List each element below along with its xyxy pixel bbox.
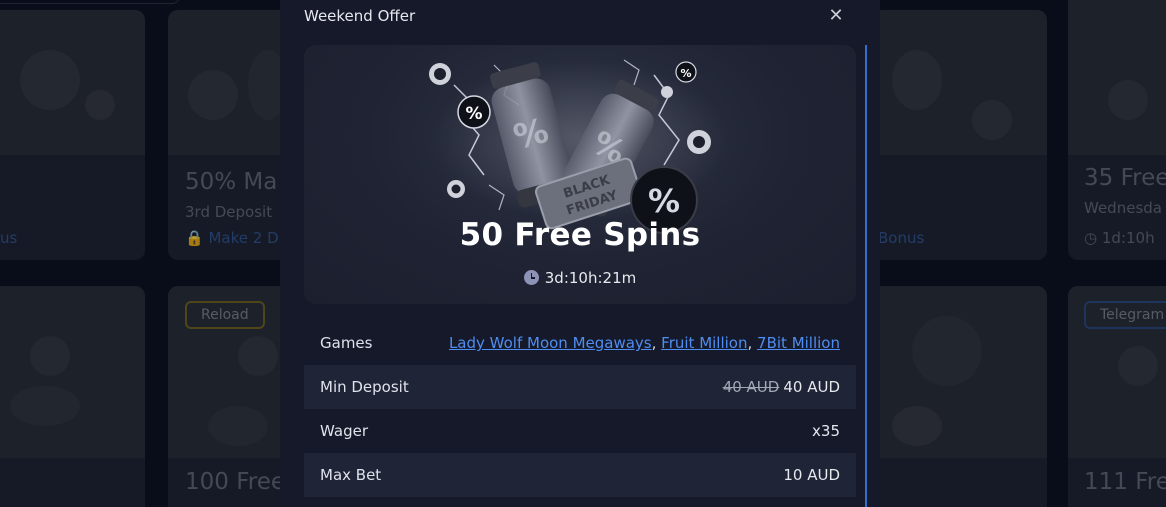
games-row: Games Lady Wolf Moon Megaways, Fruit Mil… bbox=[304, 321, 856, 365]
max-bet-value: 10 AUD bbox=[783, 466, 840, 484]
offer-timer: 3d:10h:21m bbox=[304, 269, 856, 287]
modal-title: Weekend Offer bbox=[304, 7, 416, 25]
min-deposit-row: Min Deposit 40 AUD 40 AUD bbox=[304, 365, 856, 409]
close-button[interactable]: ✕ bbox=[825, 5, 847, 27]
offer-banner: % % BLACK FRIDAY % % % 50 Free Spins 3d:… bbox=[304, 45, 856, 304]
bonus-illustration: % % BLACK FRIDAY % % % bbox=[429, 59, 730, 234]
clock-icon bbox=[523, 270, 539, 285]
dim-overlay-left bbox=[0, 0, 280, 507]
dim-overlay-right bbox=[880, 0, 1166, 507]
wager-row: Wager x35 bbox=[304, 409, 856, 453]
svg-text:%: % bbox=[680, 67, 691, 80]
svg-text:%: % bbox=[648, 182, 680, 220]
svg-text:%: % bbox=[465, 104, 482, 124]
close-icon: ✕ bbox=[828, 5, 844, 26]
separator: , bbox=[747, 334, 758, 352]
wager-value: x35 bbox=[812, 422, 840, 440]
game-link-lady-wolf[interactable]: Lady Wolf Moon Megaways bbox=[449, 334, 652, 352]
min-deposit-label: Min Deposit bbox=[320, 378, 409, 396]
game-link-7bit-million[interactable]: 7Bit Million bbox=[757, 334, 840, 352]
min-deposit-value: 40 AUD 40 AUD bbox=[723, 378, 840, 396]
offer-headline: 50 Free Spins bbox=[459, 217, 701, 253]
max-bet-label: Max Bet bbox=[320, 466, 382, 484]
timer-value: 3d:10h:21m bbox=[544, 269, 637, 287]
wager-label: Wager bbox=[320, 422, 368, 440]
game-link-fruit-million[interactable]: Fruit Million bbox=[661, 334, 747, 352]
scrollbar[interactable] bbox=[865, 45, 867, 507]
games-label: Games bbox=[320, 334, 373, 352]
new-min-deposit: 40 AUD bbox=[783, 378, 840, 396]
games-list: Lady Wolf Moon Megaways, Fruit Million, … bbox=[449, 334, 840, 352]
old-min-deposit: 40 AUD bbox=[722, 378, 780, 396]
offer-details: Games Lady Wolf Moon Megaways, Fruit Mil… bbox=[304, 321, 856, 497]
max-bet-row: Max Bet 10 AUD bbox=[304, 453, 856, 497]
offer-modal: Weekend Offer ✕ % % BLACK FRIDAY % % % 5… bbox=[280, 0, 880, 507]
separator: , bbox=[651, 334, 662, 352]
